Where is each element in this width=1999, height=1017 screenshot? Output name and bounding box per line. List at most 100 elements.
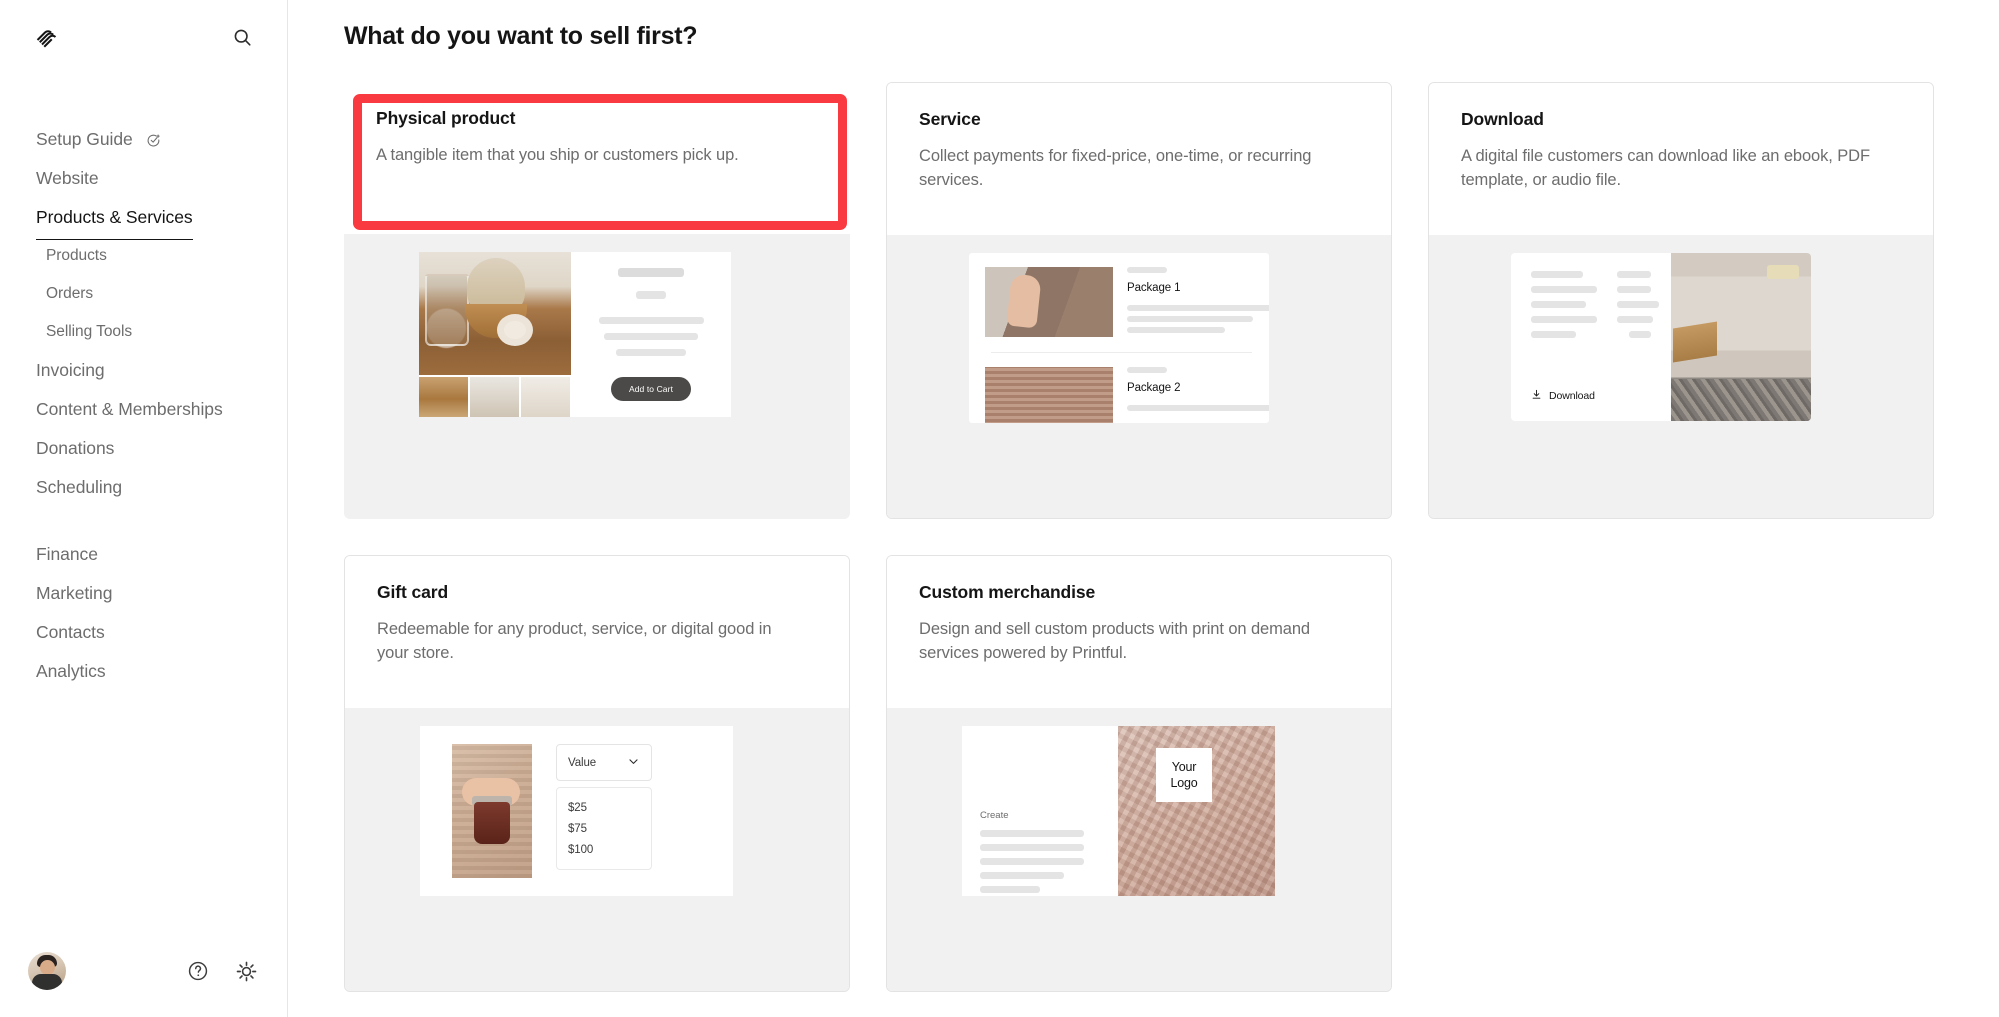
value-option[interactable]: $100 xyxy=(568,839,640,860)
product-gallery xyxy=(419,252,571,417)
sidebar-item-website[interactable]: Website xyxy=(0,159,287,198)
value-select[interactable]: Value xyxy=(556,744,652,781)
setup-guide-icon xyxy=(146,123,161,162)
card-title: Custom merchandise xyxy=(919,582,1096,602)
card-description: A tangible item that you ship or custome… xyxy=(376,146,739,164)
card-description: Redeemable for any product, service, or … xyxy=(377,620,772,663)
value-option[interactable]: $25 xyxy=(568,797,640,818)
card-title: Download xyxy=(1461,109,1544,129)
photo-knot-shape xyxy=(497,314,533,346)
sidebar-item-products[interactable]: Products xyxy=(0,237,287,275)
sidebar-item-label: Selling Tools xyxy=(46,323,133,340)
skeleton-lines xyxy=(980,830,1084,893)
sidebar-footer-icons xyxy=(187,960,258,983)
card-title: Gift card xyxy=(377,582,449,602)
download-icon xyxy=(1531,389,1542,403)
avatar[interactable] xyxy=(28,952,66,990)
create-label: Create xyxy=(980,810,1009,821)
skeleton-line xyxy=(616,349,686,356)
search-icon[interactable] xyxy=(227,22,257,52)
card-description: Design and sell custom products with pri… xyxy=(919,620,1311,663)
photo-soap-shape xyxy=(1767,265,1799,279)
skeleton-line xyxy=(1531,316,1597,323)
sidebar-item-label: Scheduling xyxy=(36,477,123,497)
package-photo xyxy=(985,267,1113,337)
sidebar-item-selling-tools[interactable]: Selling Tools xyxy=(0,313,287,351)
avatar-face xyxy=(40,960,55,975)
photo-tray-shape xyxy=(1673,321,1717,363)
card-download[interactable]: Download A digital file customers can do… xyxy=(1428,82,1934,519)
card-description: A digital file customers can download li… xyxy=(1461,147,1870,190)
add-to-cart-button[interactable]: Add to Cart xyxy=(610,377,692,401)
skeleton-column xyxy=(1617,271,1659,338)
card-illustration-physical-product: Add to Cart xyxy=(344,234,850,519)
sidebar-nav: Setup Guide Website Products & Services xyxy=(0,120,287,691)
gift-card-preview: Value $25 $75 $100 xyxy=(420,726,733,896)
package-name: Package 2 xyxy=(1127,382,1181,394)
sidebar-item-label: Contacts xyxy=(36,622,105,642)
gift-card-controls: Value $25 $75 $100 xyxy=(556,744,652,870)
download-link[interactable]: Download xyxy=(1531,389,1595,403)
card-service[interactable]: Service Collect payments for fixed-price… xyxy=(886,82,1392,519)
sidebar-item-scheduling[interactable]: Scheduling xyxy=(0,468,287,507)
package-text: Package 1 xyxy=(1113,267,1269,338)
skeleton-line xyxy=(1617,316,1653,323)
card-illustration-service: Package 1 Package 2 xyxy=(887,235,1391,518)
sidebar-item-content-and-memberships[interactable]: Content & Memberships xyxy=(0,390,287,429)
card-gift-card[interactable]: Gift card Redeemable for any product, se… xyxy=(344,555,850,992)
squarespace-logo-icon[interactable] xyxy=(33,22,63,52)
sidebar-item-invoicing[interactable]: Invoicing xyxy=(0,351,287,390)
help-circle-icon[interactable] xyxy=(187,960,209,982)
photo-hand-shape xyxy=(1006,273,1042,329)
skeleton-line xyxy=(636,291,666,299)
sidebar-item-label: Website xyxy=(36,168,99,188)
custom-merch-text: Create xyxy=(962,726,1118,896)
sidebar-item-finance[interactable]: Finance xyxy=(0,535,287,574)
sidebar-item-orders[interactable]: Orders xyxy=(0,275,287,313)
custom-merch-photo: Your Logo xyxy=(1118,726,1275,896)
card-custom-merchandise[interactable]: Custom merchandise Design and sell custo… xyxy=(886,555,1392,992)
sidebar-item-setup-guide[interactable]: Setup Guide xyxy=(0,120,287,159)
sidebar-divider-space xyxy=(0,507,287,535)
skeleton-line xyxy=(1617,301,1659,308)
sidebar-item-analytics[interactable]: Analytics xyxy=(0,652,287,691)
gear-icon[interactable] xyxy=(235,960,258,983)
skeleton-line xyxy=(604,333,698,340)
sidebar-item-contacts[interactable]: Contacts xyxy=(0,613,287,652)
skeleton-line xyxy=(1127,367,1167,373)
sidebar-item-products-and-services[interactable]: Products & Services xyxy=(0,198,287,240)
sidebar-item-label: Marketing xyxy=(36,583,113,603)
package-name: Package 1 xyxy=(1127,282,1181,294)
skeleton-line xyxy=(1531,286,1597,293)
sidebar-header xyxy=(0,0,287,52)
sidebar-item-label: Finance xyxy=(36,544,98,564)
skeleton-line xyxy=(980,844,1084,851)
sidebar-item-label: Analytics xyxy=(36,661,106,681)
gift-card-photo xyxy=(452,744,532,878)
value-option-list: $25 $75 $100 xyxy=(556,787,652,870)
sidebar-item-label: Invoicing xyxy=(36,360,105,380)
card-physical-product[interactable]: Physical product A tangible item that yo… xyxy=(344,82,850,519)
value-option[interactable]: $75 xyxy=(568,818,640,839)
skeleton-line xyxy=(980,858,1084,865)
sidebar-item-donations[interactable]: Donations xyxy=(0,429,287,468)
sidebar-item-label: Content & Memberships xyxy=(36,399,223,419)
card-header: Download A digital file customers can do… xyxy=(1429,83,1933,235)
sidebar-item-label: Products & Services xyxy=(36,198,193,240)
product-page-preview: Add to Cart xyxy=(419,252,731,417)
package-row: Package 1 xyxy=(969,253,1269,338)
sidebar-item-label: Orders xyxy=(46,285,94,302)
skeleton-line xyxy=(1127,405,1269,411)
card-illustration-custom-merchandise: Create Your Logo xyxy=(887,708,1391,991)
card-physical-product-wrapper: Physical product A tangible item that yo… xyxy=(344,82,850,519)
skeleton-columns xyxy=(1531,271,1671,338)
sidebar-footer xyxy=(0,925,288,1017)
skeleton-line xyxy=(1531,331,1576,338)
your-logo-badge: Your Logo xyxy=(1156,748,1212,802)
sidebar-item-marketing[interactable]: Marketing xyxy=(0,574,287,613)
skeleton-line xyxy=(1127,316,1253,322)
card-header: Service Collect payments for fixed-price… xyxy=(887,83,1391,235)
sidebar-item-label: Setup Guide xyxy=(36,129,133,149)
chevron-down-icon xyxy=(627,755,640,771)
skeleton-line xyxy=(1127,267,1167,273)
